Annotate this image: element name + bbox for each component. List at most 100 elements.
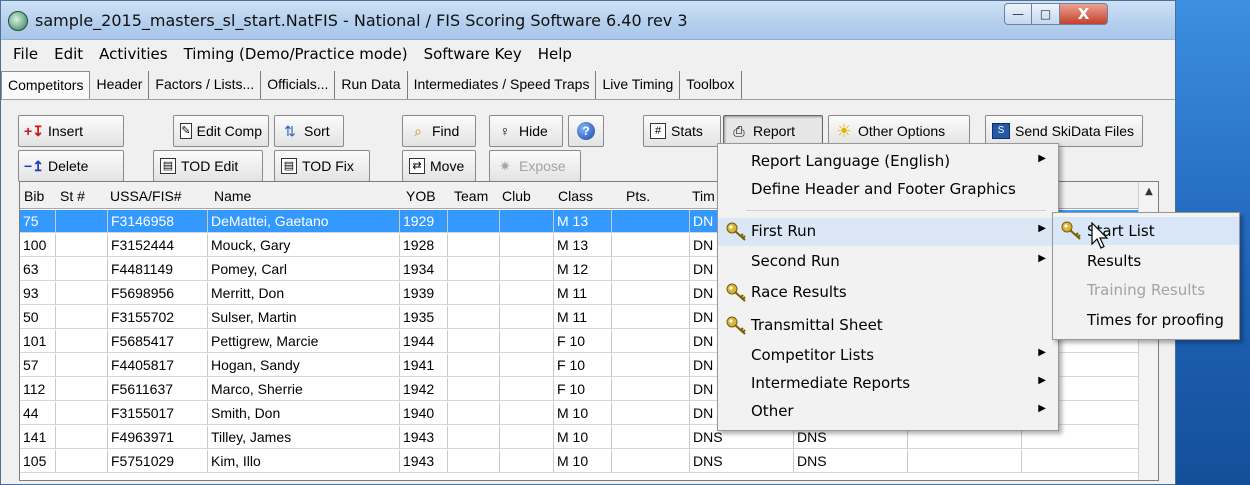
menu-timing[interactable]: Timing (Demo/Practice mode) <box>176 45 416 63</box>
submenu-item-label: Training Results <box>1087 281 1206 299</box>
help-button[interactable]: ? <box>568 115 604 147</box>
hide-button[interactable]: ♀ Hide <box>489 115 563 147</box>
cell-pts <box>612 234 690 257</box>
submenu-item-start-list[interactable]: Start List <box>1053 217 1239 245</box>
menu-item-first-run[interactable]: First Run ▶ <box>718 218 1058 246</box>
submenu-item-label: Results <box>1087 252 1142 270</box>
cell-name: Smith, Don <box>208 402 400 425</box>
column-header-points[interactable]: Pts. <box>626 188 650 204</box>
column-header-bib[interactable]: Bib <box>24 188 44 204</box>
cell-yob: 1935 <box>400 306 448 329</box>
submenu-item-training-results[interactable]: Training Results <box>1053 276 1239 304</box>
help-icon: ? <box>577 122 595 140</box>
tab-header[interactable]: Header <box>90 71 150 99</box>
cell-yob: 1939 <box>400 282 448 305</box>
cell-st <box>56 258 108 281</box>
scroll-up-icon[interactable]: ▲ <box>1139 186 1158 204</box>
title-bar[interactable]: sample_2015_masters_sl_start.NatFIS - Na… <box>1 1 1175 40</box>
menu-item-other[interactable]: Other ▶ <box>718 398 1058 426</box>
cell-st <box>56 306 108 329</box>
table-row[interactable]: 105 F5751029 Kim, Illo 1943 M 10 DNS DNS <box>20 450 1140 473</box>
menu-item-define-header-footer[interactable]: Define Header and Footer Graphics <box>718 176 1058 204</box>
column-header-team[interactable]: Team <box>454 188 488 204</box>
cell-id: F3155702 <box>108 306 208 329</box>
minimize-button[interactable]: — <box>1004 3 1032 25</box>
cell-pts <box>612 282 690 305</box>
menu-item-transmittal-sheet[interactable]: Transmittal Sheet <box>718 312 1058 340</box>
cell-bib: 100 <box>20 234 56 257</box>
cell-st <box>56 402 108 425</box>
move-button[interactable]: ⇄ Move <box>402 150 476 182</box>
submenu-arrow-icon: ▶ <box>1038 253 1046 264</box>
tod-edit-button[interactable]: ▤ TOD Edit <box>153 150 263 182</box>
move-label: Move <box>430 158 465 174</box>
expose-button[interactable]: ✷ Expose <box>489 150 581 182</box>
column-header-name[interactable]: Name <box>214 188 251 204</box>
column-header-start-number[interactable]: St # <box>60 188 85 204</box>
tab-intermediates[interactable]: Intermediates / Speed Traps <box>407 71 597 99</box>
column-header-time[interactable]: Tim <box>692 188 715 204</box>
cell-team <box>448 378 500 401</box>
insert-button[interactable]: +↧ Insert <box>18 115 124 147</box>
menu-software-key[interactable]: Software Key <box>416 45 530 63</box>
tod-fix-button[interactable]: ▤ TOD Fix <box>274 150 370 182</box>
tab-live-timing[interactable]: Live Timing <box>596 71 681 99</box>
menu-item-second-run[interactable]: Second Run ▶ <box>718 248 1058 276</box>
submenu-item-results[interactable]: Results <box>1053 247 1239 275</box>
window-title: sample_2015_masters_sl_start.NatFIS - Na… <box>35 11 688 30</box>
submenu-arrow-icon: ▶ <box>1038 375 1046 386</box>
cell-name: Tilley, James <box>208 426 400 449</box>
menu-help[interactable]: Help <box>530 45 580 63</box>
cell-bib: 63 <box>20 258 56 281</box>
submenu-arrow-icon: ▶ <box>1038 153 1046 164</box>
app-window: sample_2015_masters_sl_start.NatFIS - Na… <box>0 0 1176 485</box>
submenu-item-times-for-proofing[interactable]: Times for proofing <box>1053 306 1239 334</box>
menu-item-competitor-lists[interactable]: Competitor Lists ▶ <box>718 342 1058 370</box>
first-run-submenu: Start List Results Training Results Time… <box>1052 212 1240 340</box>
send-skidata-label: Send SkiData Files <box>1015 123 1135 139</box>
hide-icon: ♀ <box>499 123 511 139</box>
tab-competitors[interactable]: Competitors <box>1 71 91 99</box>
tab-factors-lists[interactable]: Factors / Lists... <box>149 71 262 99</box>
cell-bib: 105 <box>20 450 56 473</box>
tab-strip: Competitors Header Factors / Lists... Of… <box>1 71 742 99</box>
tab-toolbox[interactable]: Toolbox <box>680 71 742 99</box>
menu-item-report-language[interactable]: Report Language (English) ▶ <box>718 148 1058 176</box>
cell-name: Merritt, Don <box>208 282 400 305</box>
menu-item-label: Competitor Lists <box>751 346 875 364</box>
cell-cls: M 10 <box>554 426 612 449</box>
cell-team <box>448 234 500 257</box>
move-icon: ⇄ <box>409 158 425 174</box>
cell-id: F3155017 <box>108 402 208 425</box>
menu-item-label: Second Run <box>751 252 840 270</box>
find-button[interactable]: ⌕ Find <box>402 115 476 147</box>
edit-comp-label: Edit Comp <box>196 123 262 139</box>
column-header-class[interactable]: Class <box>558 188 593 204</box>
column-header-yob[interactable]: YOB <box>406 188 436 204</box>
cell-club <box>500 378 554 401</box>
menu-item-intermediate-reports[interactable]: Intermediate Reports ▶ <box>718 370 1058 398</box>
expose-icon: ✷ <box>499 158 511 174</box>
cell-name: DeMattei, Gaetano <box>208 210 400 233</box>
cell-st <box>56 426 108 449</box>
column-header-ussa-fis[interactable]: USSA/FIS# <box>110 188 182 204</box>
menu-activities[interactable]: Activities <box>91 45 175 63</box>
delete-button[interactable]: −↥ Delete <box>18 150 124 182</box>
insert-label: Insert <box>48 123 84 139</box>
maximize-button[interactable]: □ <box>1032 3 1060 25</box>
stats-button[interactable]: # Stats <box>643 115 721 147</box>
edit-comp-button[interactable]: ✎ Edit Comp <box>173 115 269 147</box>
tab-run-data[interactable]: Run Data <box>335 71 408 99</box>
tab-officials[interactable]: Officials... <box>261 71 336 99</box>
cell-bib: 112 <box>20 378 56 401</box>
key-icon <box>726 316 746 335</box>
menu-edit[interactable]: Edit <box>46 45 91 63</box>
menu-item-race-results[interactable]: Race Results <box>718 279 1058 307</box>
close-button[interactable]: X <box>1060 3 1108 25</box>
cell-cls: F 10 <box>554 330 612 353</box>
column-header-club[interactable]: Club <box>502 188 531 204</box>
sort-button[interactable]: ⇅ Sort <box>274 115 344 147</box>
cell-st <box>56 234 108 257</box>
menu-file[interactable]: File <box>5 45 46 63</box>
submenu-arrow-icon: ▶ <box>1038 403 1046 414</box>
